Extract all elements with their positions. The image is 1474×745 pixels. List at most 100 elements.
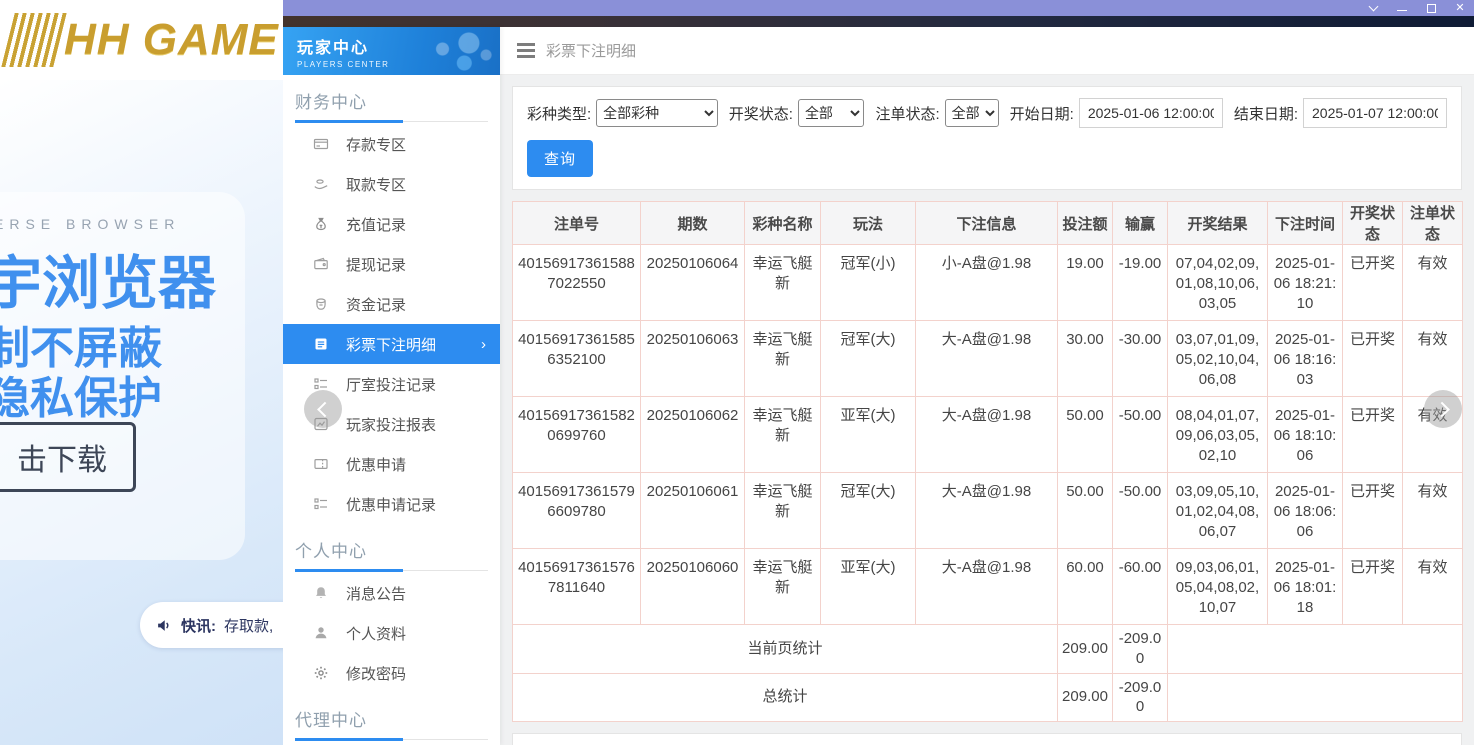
cell-play: 冠军(大)	[821, 321, 916, 397]
sidebar-item-withdraw[interactable]: 取款专区	[283, 164, 500, 204]
total-summary-label: 总统计	[513, 673, 1058, 722]
cell-order-no: 401569173615887022550	[513, 245, 641, 321]
cell-bet-info: 小-A盘@1.98	[916, 245, 1058, 321]
sidebar-item-lottery-bet-detail[interactable]: 彩票下注明细 ›	[283, 324, 500, 364]
order-status-select[interactable]: 全部	[945, 99, 999, 127]
cell-order-status: 有效	[1403, 245, 1463, 321]
banner-download-button[interactable]: 击下载	[0, 422, 136, 492]
finance-menu: 存款专区 取款专区 充值记录 提现记录 资金记录	[283, 122, 500, 524]
sidebar-item-label: 资金记录	[346, 294, 406, 315]
user-icon	[313, 625, 329, 641]
sidebar-header: 玩家中心 PLAYERS CENTER	[283, 27, 500, 75]
section-title-finance: 财务中心	[295, 88, 488, 122]
sidebar-item-funds-record[interactable]: 资金记录	[283, 284, 500, 324]
banner-title: 宇浏览器	[0, 236, 216, 320]
minimize-button[interactable]	[1396, 2, 1408, 14]
cell-amount: 50.00	[1058, 473, 1113, 549]
sidebar-item-label: 玩家投注报表	[346, 414, 436, 435]
cell-time: 2025-01-06 18:16:03	[1268, 321, 1343, 397]
cell-winloss: -30.00	[1113, 321, 1168, 397]
expand-right-button[interactable]	[1424, 390, 1462, 428]
sidebar-item-label: 取款专区	[346, 174, 406, 195]
sidebar-item-recharge-record[interactable]: 充值记录	[283, 204, 500, 244]
sidebar-item-label: 充值记录	[346, 214, 406, 235]
cell-order-status: 有效	[1403, 549, 1463, 625]
cell-bet-info: 大-A盘@1.98	[916, 473, 1058, 549]
bet-detail-table: 注单号 期数 彩种名称 玩法 下注信息 投注额 输赢 开奖结果 下注时间 开奖状…	[512, 201, 1463, 722]
coupon-list-icon	[313, 496, 329, 512]
cell-result: 07,04,02,09,01,08,10,06,03,05	[1168, 245, 1268, 321]
cell-order-no: 401569173615767811640	[513, 549, 641, 625]
main-content: 彩票下注明细 彩种类型: 全部彩种 开奖状态: 全部 注单状态: 全部 开始日期…	[500, 27, 1474, 745]
cell-amount: 60.00	[1058, 549, 1113, 625]
col-order-no: 注单号	[513, 202, 641, 245]
withdraw-hand-icon	[313, 176, 329, 192]
table-row: 401569173615856352100 20250106063 幸运飞艇新 …	[513, 321, 1463, 397]
cell-draw-status: 已开奖	[1343, 321, 1403, 397]
sidebar-item-profile[interactable]: 个人资料	[283, 613, 500, 653]
total-summary-winloss: -209.00	[1113, 673, 1168, 722]
cell-draw-status: 已开奖	[1343, 397, 1403, 473]
lottery-type-select[interactable]: 全部彩种	[596, 99, 718, 127]
cell-lottery: 幸运飞艇新	[745, 473, 821, 549]
page-title: 彩票下注明细	[546, 40, 636, 61]
chevron-right-icon	[1434, 401, 1450, 417]
lottery-type-label: 彩种类型:	[527, 103, 591, 124]
sidebar-item-label: 个人资料	[346, 623, 406, 644]
table-row: 401569173615820699760 20250106062 幸运飞艇新 …	[513, 397, 1463, 473]
page-summary-label: 当前页统计	[513, 625, 1058, 674]
logo-text: HH GAME	[64, 15, 279, 65]
page-summary-empty	[1168, 625, 1463, 674]
sidebar-item-label: 提现记录	[346, 254, 406, 275]
cell-winloss: -50.00	[1113, 473, 1168, 549]
sidebar-item-label: 优惠申请	[346, 454, 406, 475]
money-bag-icon	[313, 216, 329, 232]
personal-menu: 消息公告 个人资料 修改密码	[283, 571, 500, 693]
chevron-down-icon[interactable]	[1367, 2, 1379, 14]
sidebar-subtitle: PLAYERS CENTER	[297, 60, 500, 69]
table-row: 401569173615796609780 20250106061 幸运飞艇新 …	[513, 473, 1463, 549]
cell-play: 亚军(大)	[821, 549, 916, 625]
advertisement-banner[interactable]: ERSE BROWSER 宇浏览器 制不屏蔽 隐私保护 击下载 快讯: 存取款,	[0, 80, 283, 745]
search-button[interactable]: 查询	[527, 140, 593, 177]
chevron-left-icon	[317, 401, 333, 417]
close-button[interactable]: ✕	[1454, 2, 1466, 14]
sidebar-item-promo-apply-record[interactable]: 优惠申请记录	[283, 484, 500, 524]
maximize-button[interactable]	[1425, 2, 1437, 14]
cell-time: 2025-01-06 18:06:06	[1268, 473, 1343, 549]
sidebar-item-deposit[interactable]: 存款专区	[283, 124, 500, 164]
cell-lottery: 幸运飞艇新	[745, 397, 821, 473]
start-date-input[interactable]	[1079, 98, 1223, 128]
banner-line3: 隐私保护	[0, 362, 162, 426]
sidebar-item-cashout-record[interactable]: 提现记录	[283, 244, 500, 284]
sidebar-item-notices[interactable]: 消息公告	[283, 573, 500, 613]
cell-draw-status: 已开奖	[1343, 245, 1403, 321]
cell-order-no: 401569173615820699760	[513, 397, 641, 473]
total-summary-empty	[1168, 673, 1463, 722]
cell-result: 08,04,01,07,09,06,03,05,02,10	[1168, 397, 1268, 473]
cell-result: 09,03,06,01,05,04,08,02,10,07	[1168, 549, 1268, 625]
collapse-left-button[interactable]	[304, 390, 342, 428]
table-row: 401569173615767811640 20250106060 幸运飞艇新 …	[513, 549, 1463, 625]
end-date-label: 结束日期:	[1234, 103, 1298, 124]
sidebar-item-change-password[interactable]: 修改密码	[283, 653, 500, 693]
cell-time: 2025-01-06 18:21:10	[1268, 245, 1343, 321]
coupon-icon	[313, 456, 329, 472]
bank-card-icon	[313, 136, 329, 152]
col-amount: 投注额	[1058, 202, 1113, 245]
sidebar-item-promo-apply[interactable]: 优惠申请	[283, 444, 500, 484]
cell-period: 20250106061	[641, 473, 745, 549]
cell-bet-info: 大-A盘@1.98	[916, 397, 1058, 473]
banner-eyebrow-text: ERSE BROWSER	[0, 216, 180, 232]
hamburger-icon[interactable]	[517, 49, 535, 51]
left-banner-column: HH GAME ERSE BROWSER 宇浏览器 制不屏蔽 隐私保护 击下载 …	[0, 0, 283, 745]
draw-status-select[interactable]: 全部	[798, 99, 865, 127]
end-date-input[interactable]	[1303, 98, 1447, 128]
window-controls: ✕	[1367, 0, 1466, 16]
wallet-icon	[313, 256, 329, 272]
coin-purse-icon	[313, 296, 329, 312]
cell-draw-status: 已开奖	[1343, 473, 1403, 549]
cell-amount: 19.00	[1058, 245, 1113, 321]
sidebar: 玩家中心 PLAYERS CENTER 财务中心 存款专区 取款专区 充值记录 …	[283, 27, 500, 745]
sidebar-item-label: 消息公告	[346, 583, 406, 604]
